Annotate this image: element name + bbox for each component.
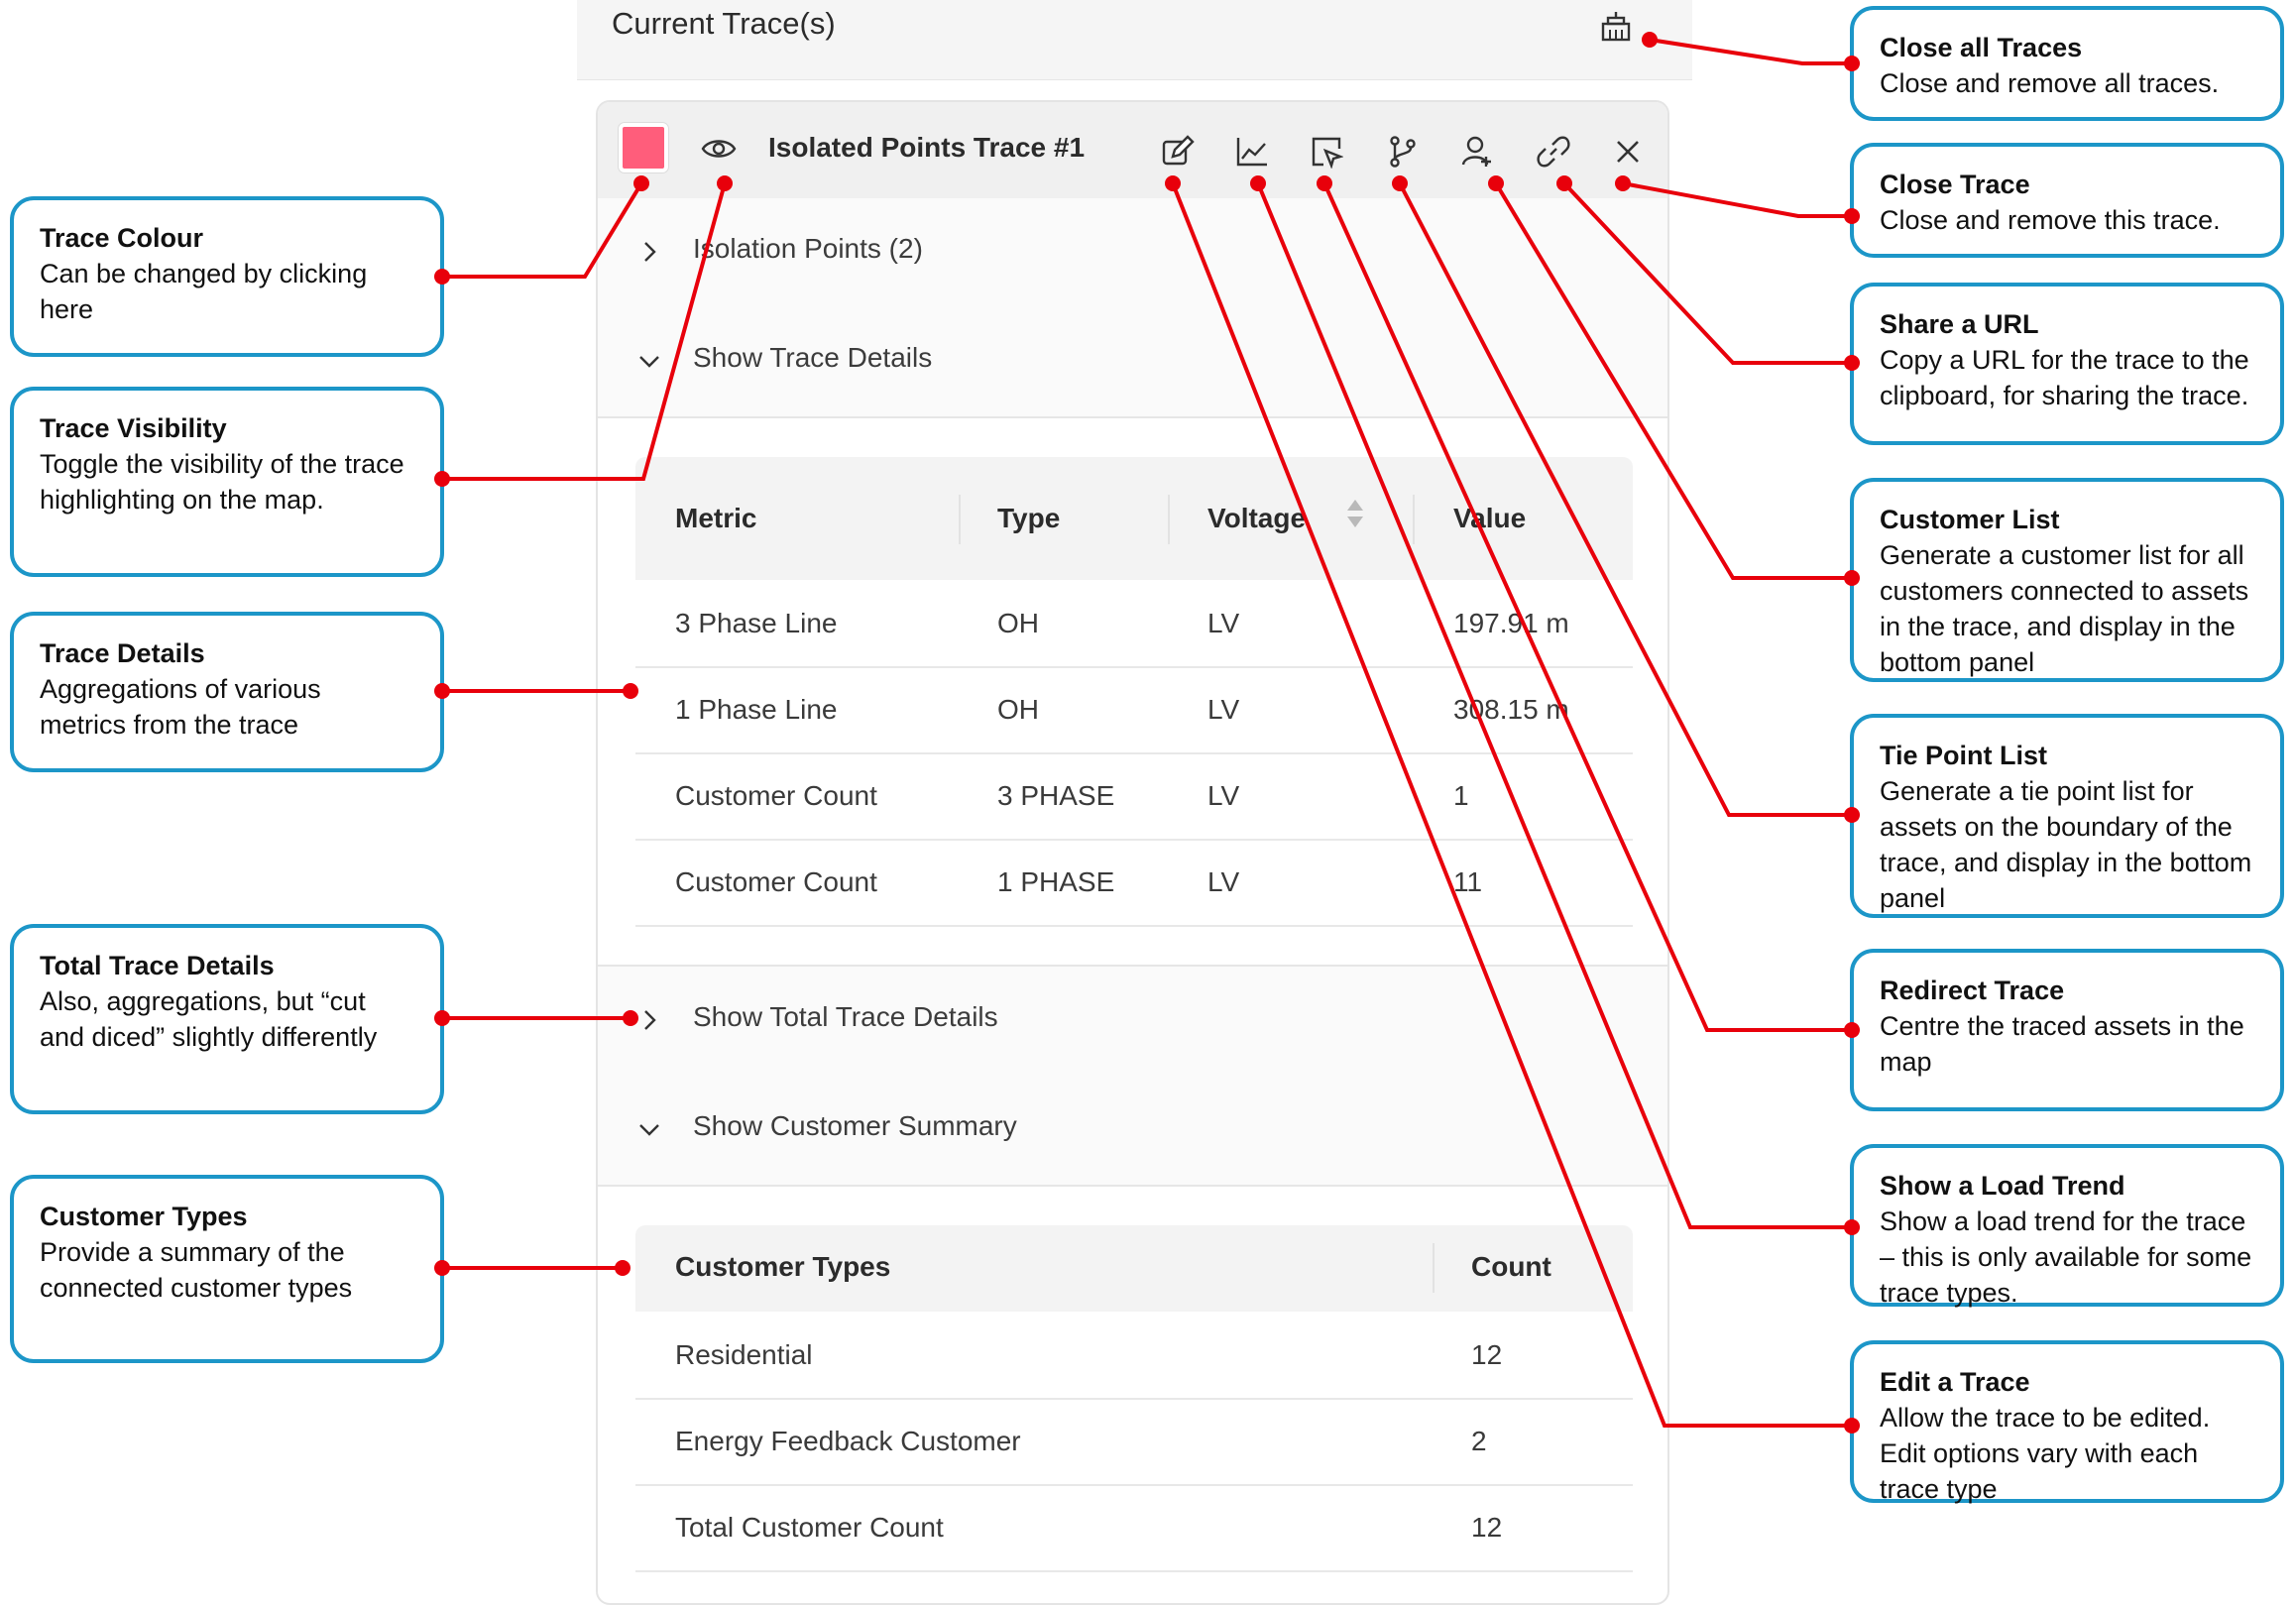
leader-customer-list (1494, 181, 1852, 580)
leader-dot (1615, 175, 1631, 191)
leader-dot (434, 471, 450, 487)
leader-redirect (1322, 182, 1852, 1032)
leader-dot (1488, 175, 1504, 191)
leader-dot (717, 175, 733, 191)
leader-dot (434, 1260, 450, 1276)
leader-dot (1844, 1219, 1860, 1235)
leader-dots (434, 32, 1860, 1434)
leader-edit (1171, 182, 1852, 1428)
leader-close-trace (1622, 181, 1852, 218)
leader-lines (434, 32, 1860, 1434)
leader-dot (1844, 355, 1860, 371)
leader-dot (434, 683, 450, 699)
leader-share-url (1562, 181, 1852, 365)
leader-dot (434, 1010, 450, 1026)
leader-dot (633, 175, 649, 191)
leader-dot (1392, 175, 1408, 191)
leader-dot (623, 683, 638, 699)
leader-close-all (1649, 38, 1852, 65)
leader-dot (1844, 1418, 1860, 1434)
leader-dot (1250, 175, 1266, 191)
leader-dot (1642, 32, 1658, 48)
leader-line-group (442, 38, 1852, 1428)
leader-dot (1844, 56, 1860, 71)
annotated-screenshot: Current Trace(s) Isolated Points Trace #… (0, 0, 2296, 1607)
leader-dot (1844, 208, 1860, 224)
leader-dot (1844, 807, 1860, 823)
leader-dot (1165, 175, 1181, 191)
leader-dot (1844, 570, 1860, 586)
leader-dot (623, 1010, 638, 1026)
leader-trace-visibility (442, 182, 727, 481)
leader-dot (1556, 175, 1572, 191)
leader-load-trend (1256, 182, 1852, 1229)
leader-dot (1317, 175, 1332, 191)
leader-trace-colour (442, 181, 643, 279)
leader-dot (1844, 1022, 1860, 1038)
leader-dot (434, 269, 450, 285)
leader-dot (615, 1260, 631, 1276)
